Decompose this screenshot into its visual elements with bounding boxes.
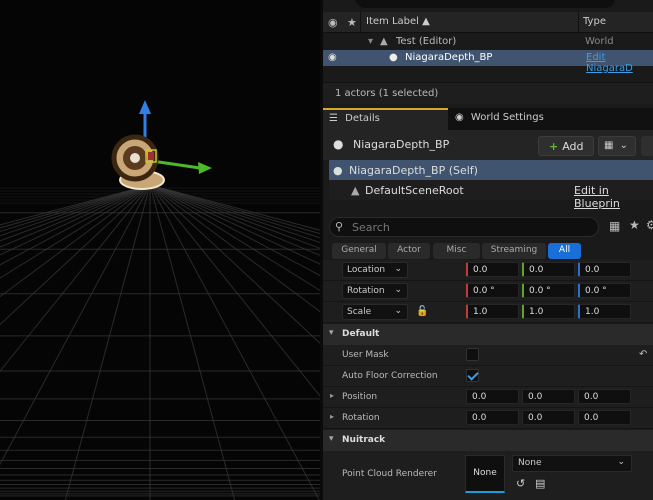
chevron-down-icon: ⌄ xyxy=(394,285,402,295)
details-icon: ☰ xyxy=(329,113,338,124)
default-rotation-row: ▸ Rotation 0.0 0.0 0.0 xyxy=(323,408,653,429)
chevron-down-icon: ⌄ xyxy=(619,140,629,151)
filter-all[interactable]: All xyxy=(548,243,581,259)
chevron-down-icon: ⌄ xyxy=(394,306,402,316)
level-viewport[interactable] xyxy=(0,0,320,500)
use-selected-icon[interactable]: ↺ xyxy=(516,477,525,490)
filter-bar: General Actor Misc Streaming All xyxy=(323,240,653,262)
expand-arrow-icon[interactable]: ▾ xyxy=(368,36,373,47)
asset-picker-dropdown[interactable]: None ⌄ xyxy=(512,455,632,472)
component-default-scene-root[interactable]: ▲ DefaultSceneRoot Edit in Blueprin xyxy=(329,180,653,210)
details-search-bar: ⚲ Search ▦ ★ ⚙ xyxy=(323,210,653,240)
outliner-header: ◉ ★ Item Label ▲ Type xyxy=(323,12,653,33)
location-x-field[interactable]: 0.0 xyxy=(466,262,519,277)
globe-icon: ◉ xyxy=(455,112,464,123)
outliner-search-bar xyxy=(323,0,653,12)
location-row: Location ⌄ 0.0 0.0 0.0 xyxy=(323,260,653,281)
scene-root-icon: ▲ xyxy=(351,184,360,197)
tab-world-settings[interactable]: ◉ World Settings xyxy=(449,108,599,130)
location-y-field[interactable]: 0.0 xyxy=(522,262,575,277)
user-mask-row: User Mask ↶ xyxy=(323,345,653,366)
outliner-footer: 1 actors (1 selected) xyxy=(323,82,653,104)
position-y-field[interactable]: 0.0 xyxy=(522,389,575,404)
default-section-header[interactable]: ▾ Default xyxy=(323,324,653,345)
blueprint-options-button[interactable]: ▦ ⌄ xyxy=(598,136,636,156)
perspective-grid xyxy=(0,100,320,500)
position-x-field[interactable]: 0.0 xyxy=(466,389,519,404)
expand-arrow-icon[interactable]: ▸ xyxy=(330,412,334,421)
item-label-column[interactable]: Item Label ▲ xyxy=(366,16,430,27)
scale-z-field[interactable]: 1.0 xyxy=(578,304,631,319)
position-row: ▸ Position 0.0 0.0 0.0 xyxy=(323,387,653,408)
details-search-input[interactable]: ⚲ Search xyxy=(329,217,599,237)
default-rotation-x-field[interactable]: 0.0 xyxy=(466,410,519,425)
lock-icon[interactable]: 🔓 xyxy=(416,306,428,317)
component-tree: ● NiagaraDepth_BP (Self) ▲ DefaultSceneR… xyxy=(329,160,653,210)
filter-streaming[interactable]: Streaming xyxy=(482,243,546,259)
outliner-row-actor[interactable]: ◉ ● NiagaraDepth_BP Edit NiagaraD xyxy=(323,50,653,74)
scale-x-field[interactable]: 1.0 xyxy=(466,304,519,319)
outliner-search-input[interactable] xyxy=(355,0,615,8)
rotation-row: Rotation ⌄ 0.0 ° 0.0 ° 0.0 ° xyxy=(323,281,653,302)
asset-thumbnail[interactable]: None xyxy=(465,455,505,493)
rotation-y-field[interactable]: 0.0 ° xyxy=(522,283,575,298)
default-rotation-y-field[interactable]: 0.0 xyxy=(522,410,575,425)
actor-icon: ● xyxy=(389,52,398,63)
lock-button[interactable] xyxy=(641,136,653,156)
collapse-arrow-icon: ▾ xyxy=(329,328,334,338)
outliner-row-world[interactable]: ▾ ▲ Test (Editor) World xyxy=(323,34,653,50)
actor-name: NiagaraDepth_BP xyxy=(353,138,450,151)
collapse-arrow-icon: ▾ xyxy=(329,434,334,444)
position-z-field[interactable]: 0.0 xyxy=(578,389,631,404)
plus-icon: + xyxy=(549,140,559,153)
eye-icon[interactable]: ◉ xyxy=(328,52,337,63)
scale-dropdown[interactable]: Scale ⌄ xyxy=(342,304,408,320)
actor-icon: ● xyxy=(333,137,344,151)
rotation-x-field[interactable]: 0.0 ° xyxy=(466,283,519,298)
tab-details[interactable]: ☰ Details xyxy=(323,108,448,130)
edit-blueprint-link[interactable]: Edit NiagaraD xyxy=(586,52,653,74)
location-z-field[interactable]: 0.0 xyxy=(578,262,631,277)
browse-icon[interactable]: ▤ xyxy=(535,477,545,490)
level-icon: ▲ xyxy=(380,36,388,47)
filter-general[interactable]: General xyxy=(332,243,386,259)
nuitrack-section-header[interactable]: ▾ Nuitrack xyxy=(323,430,653,451)
component-self[interactable]: ● NiagaraDepth_BP (Self) xyxy=(329,160,653,180)
reset-icon[interactable]: ↶ xyxy=(639,349,647,360)
details-header: ● NiagaraDepth_BP + Add ▦ ⌄ xyxy=(323,130,653,160)
expand-arrow-icon[interactable]: ▸ xyxy=(330,391,334,400)
transform-gizmo[interactable] xyxy=(111,100,212,190)
actor-count: 1 actors (1 selected) xyxy=(335,88,439,99)
blueprint-icon: ▦ xyxy=(604,140,614,151)
tab-bar: ☰ Details ◉ World Settings xyxy=(323,108,653,130)
filter-actor[interactable]: Actor xyxy=(388,243,430,259)
add-component-button[interactable]: + Add xyxy=(538,136,594,156)
auto-floor-checkbox[interactable] xyxy=(466,369,479,382)
eye-icon[interactable]: ◉ xyxy=(328,16,338,29)
actor-icon: ● xyxy=(333,164,343,177)
user-mask-checkbox[interactable] xyxy=(466,348,479,361)
star-icon[interactable]: ★ xyxy=(629,218,640,232)
rotation-z-field[interactable]: 0.0 ° xyxy=(578,283,631,298)
edit-in-blueprint-link[interactable]: Edit in Blueprin xyxy=(574,184,653,210)
type-column[interactable]: Type xyxy=(583,16,606,27)
editor-side-panel: ◉ ★ Item Label ▲ Type ▾ ▲ Test (Editor) … xyxy=(323,0,653,500)
rotation-dropdown[interactable]: Rotation ⌄ xyxy=(342,283,408,299)
grid-line xyxy=(149,184,320,500)
scale-row: Scale ⌄ 🔓 1.0 1.0 1.0 xyxy=(323,302,653,323)
scale-y-field[interactable]: 1.0 xyxy=(522,304,575,319)
grid-view-icon[interactable]: ▦ xyxy=(609,219,620,233)
location-dropdown[interactable]: Location ⌄ xyxy=(342,262,408,278)
default-rotation-z-field[interactable]: 0.0 xyxy=(578,410,631,425)
search-icon: ⚲ xyxy=(335,220,344,233)
auto-floor-row: Auto Floor Correction xyxy=(323,366,653,387)
chevron-down-icon: ⌄ xyxy=(617,457,625,467)
chevron-down-icon: ⌄ xyxy=(394,264,402,274)
star-icon[interactable]: ★ xyxy=(347,16,357,29)
filter-misc[interactable]: Misc xyxy=(433,243,480,259)
settings-icon[interactable]: ⚙ xyxy=(646,218,653,232)
